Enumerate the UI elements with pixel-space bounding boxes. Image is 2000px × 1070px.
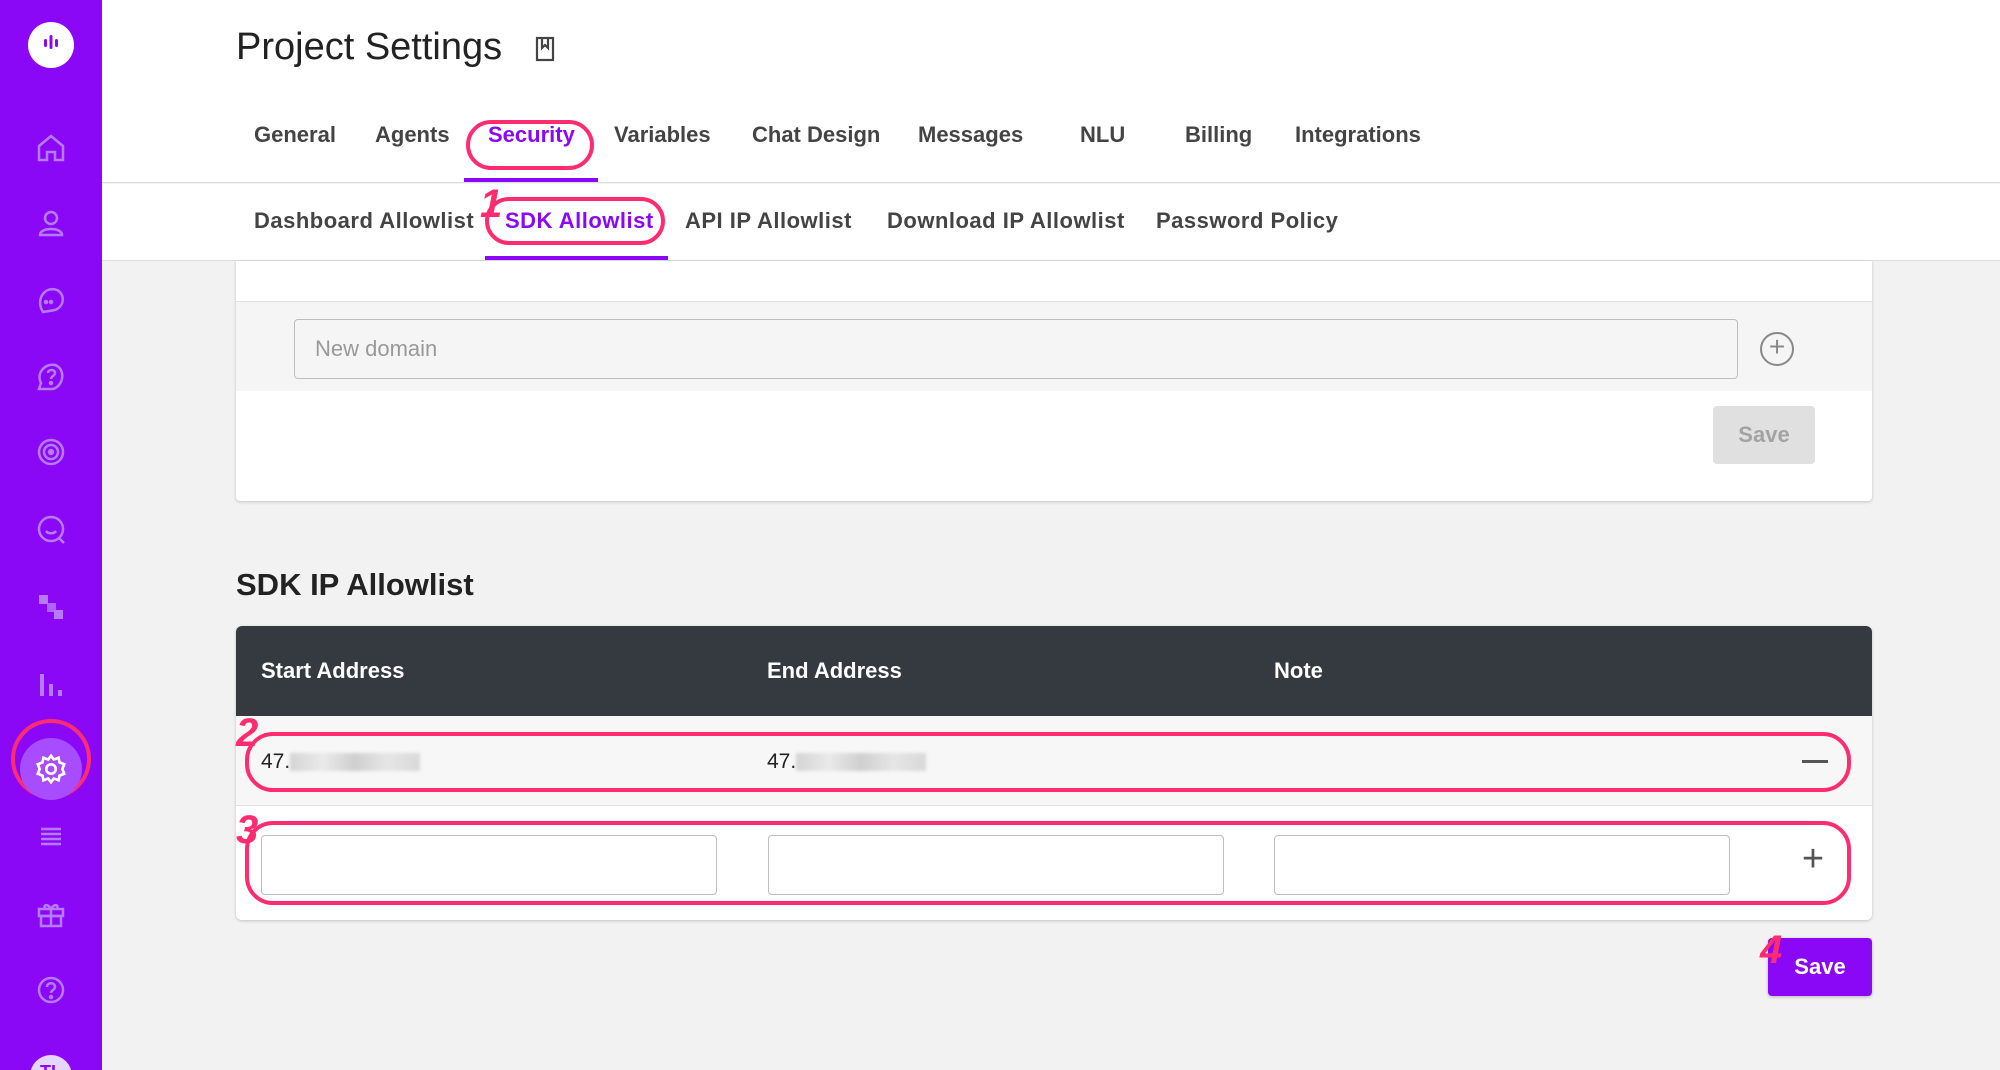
chat-logo-icon[interactable] bbox=[28, 22, 74, 68]
gear-icon[interactable] bbox=[20, 738, 82, 800]
header: Project Settings General Agents Security… bbox=[102, 0, 2000, 183]
tab-chat-design[interactable]: Chat Design bbox=[752, 122, 880, 182]
save-button[interactable]: Save bbox=[1768, 938, 1872, 996]
annotation-number-1: 1 bbox=[480, 182, 503, 226]
chat-search-icon[interactable] bbox=[31, 510, 71, 550]
subtab-dashboard-allowlist[interactable]: Dashboard Allowlist bbox=[254, 208, 474, 234]
bar-chart-icon[interactable] bbox=[31, 664, 71, 704]
subtab-active-indicator bbox=[485, 256, 668, 260]
section-title: SDK IP Allowlist bbox=[236, 567, 474, 602]
subtab-api-ip-allowlist[interactable]: API IP Allowlist bbox=[685, 208, 852, 234]
avatar[interactable]: TL bbox=[30, 1055, 72, 1070]
add-domain-button[interactable]: + bbox=[1760, 332, 1794, 366]
domain-allowlist-card: + Save bbox=[236, 261, 1872, 501]
annotation-ring-security bbox=[466, 120, 594, 170]
domain-save-button[interactable]: Save bbox=[1713, 406, 1815, 464]
tab-agents[interactable]: Agents bbox=[375, 122, 450, 182]
tab-integrations[interactable]: Integrations bbox=[1295, 122, 1421, 182]
annotation-ring-new-row bbox=[245, 821, 1851, 905]
sidebar: TL bbox=[0, 0, 102, 1070]
annotation-number-2: 2 bbox=[236, 711, 259, 755]
table-header: Start Address End Address Note bbox=[236, 626, 1872, 716]
user-icon[interactable] bbox=[31, 203, 71, 243]
new-domain-row: + bbox=[236, 301, 1872, 391]
bookmark-icon[interactable] bbox=[534, 36, 556, 62]
tab-billing[interactable]: Billing bbox=[1185, 122, 1252, 182]
target-icon[interactable] bbox=[31, 432, 71, 472]
flow-icon[interactable] bbox=[31, 587, 71, 627]
tab-nlu[interactable]: NLU bbox=[1080, 122, 1125, 182]
subtab-password-policy[interactable]: Password Policy bbox=[1156, 208, 1338, 234]
column-header-end: End Address bbox=[767, 658, 902, 683]
new-domain-input[interactable] bbox=[294, 319, 1738, 379]
tab-messages[interactable]: Messages bbox=[918, 122, 1023, 182]
annotation-ring-existing-row bbox=[245, 732, 1851, 792]
column-header-note: Note bbox=[1274, 658, 1323, 683]
chat-bubbles-icon[interactable] bbox=[31, 280, 71, 320]
column-header-start: Start Address bbox=[261, 658, 405, 683]
annotation-number-3: 3 bbox=[236, 808, 259, 852]
tab-variables[interactable]: Variables bbox=[614, 122, 711, 182]
help-circle-icon[interactable] bbox=[31, 357, 71, 397]
subtab-download-ip-allowlist[interactable]: Download IP Allowlist bbox=[887, 208, 1125, 234]
list-icon[interactable] bbox=[31, 817, 71, 857]
gift-icon[interactable] bbox=[31, 894, 71, 934]
annotation-number-4: 4 bbox=[1760, 928, 1783, 972]
annotation-ring-sdk-allowlist bbox=[485, 197, 665, 245]
home-icon[interactable] bbox=[31, 128, 71, 168]
page-title: Project Settings bbox=[236, 26, 503, 68]
subtab-bar: Dashboard Allowlist SDK Allowlist API IP… bbox=[102, 184, 2000, 261]
tab-general[interactable]: General bbox=[254, 122, 336, 182]
question-icon[interactable] bbox=[31, 970, 71, 1010]
